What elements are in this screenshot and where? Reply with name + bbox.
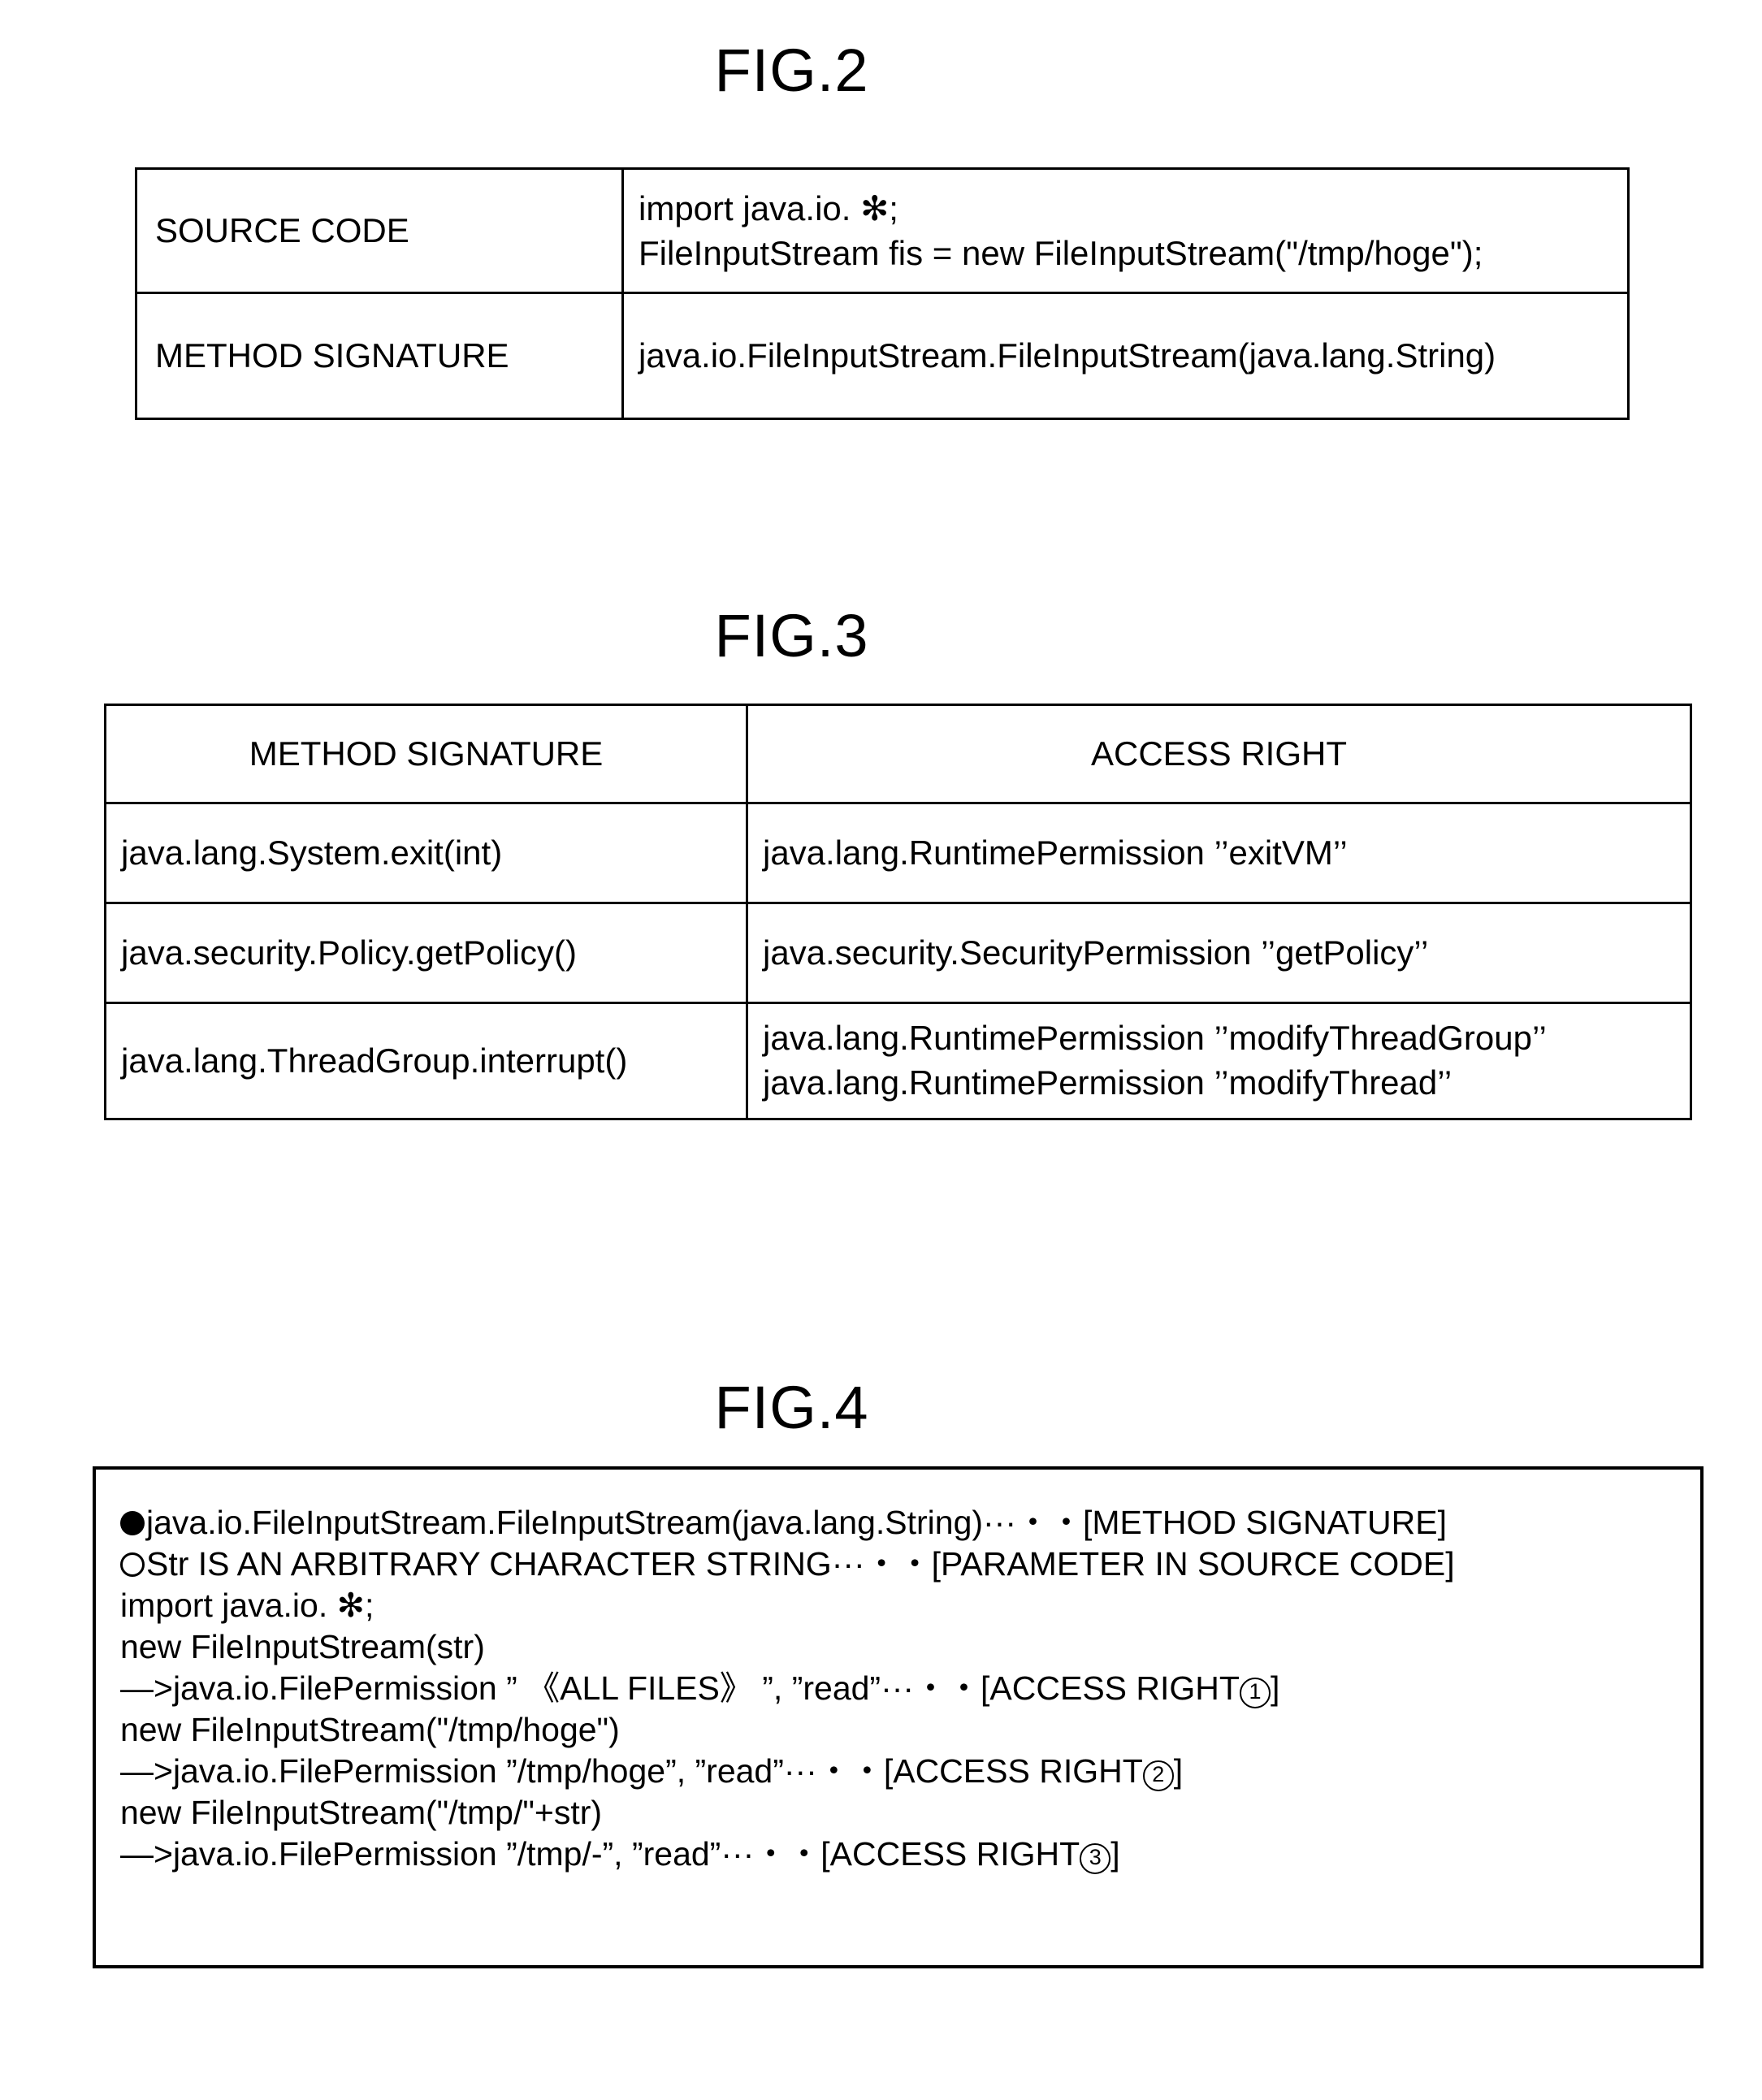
access-right-line: java.security.SecurityPermission ’’getPo… [763, 933, 1429, 972]
source-code-line: import java.io. ✻; [639, 188, 898, 227]
cell-method-signature: java.lang.System.exit(int) [104, 802, 748, 904]
fig4-line: new FileInputStream("/tmp/"+str) [120, 1792, 1684, 1834]
table-header-row: METHOD SIGNATURE ACCESS RIGHT [104, 704, 1692, 804]
table-row: java.lang.ThreadGroup.interrupt() java.l… [104, 1002, 1692, 1120]
cell-method-signature: java.lang.ThreadGroup.interrupt() [104, 1002, 748, 1120]
fig4-line: java.io.FileInputStream.FileInputStream(… [120, 1502, 1684, 1544]
fig4-line: import java.io. ✻; [120, 1585, 1684, 1626]
source-code-line: FileInputStream fis = new FileInputStrea… [639, 234, 1483, 272]
table-row: java.lang.System.exit(int) java.lang.Run… [104, 802, 1692, 904]
access-right-line: java.lang.RuntimePermission ’’modifyThre… [763, 1063, 1452, 1102]
fig4-line: —>java.io.FilePermission ”/tmp/hoge”, ”r… [120, 1751, 1684, 1792]
fig2-row-label-source-code: SOURCE CODE [135, 167, 624, 294]
table-row: SOURCE CODE import java.io. ✻; FileInput… [135, 167, 1630, 294]
circled-number-2: 2 [1142, 1760, 1174, 1792]
fig4-line: new FileInputStream(str) [120, 1626, 1684, 1668]
cell-method-signature: java.security.Policy.getPolicy() [104, 902, 748, 1004]
figure-4-title: FIG.4 [714, 1374, 869, 1441]
column-header-access-right: ACCESS RIGHT [746, 704, 1692, 804]
figure-3-title: FIG.3 [714, 602, 869, 669]
fig4-line: new FileInputStream("/tmp/hoge") [120, 1709, 1684, 1751]
circled-number-3: 3 [1080, 1843, 1111, 1875]
cell-access-right: java.lang.RuntimePermission ’’exitVM’’ [746, 802, 1692, 904]
figure-2-title: FIG.2 [714, 37, 869, 104]
table-row: java.security.Policy.getPolicy() java.se… [104, 902, 1692, 1004]
method-signature-line: java.io.FileInputStream.FileInputStream(… [639, 336, 1496, 375]
fig4-line-text: java.io.FileInputStream.FileInputStream(… [146, 1504, 1447, 1541]
cell-access-right: java.lang.RuntimePermission ’’modifyThre… [746, 1002, 1692, 1120]
fig4-line-text: —>java.io.FilePermission ” 《ALL FILES》 ”… [120, 1669, 1240, 1708]
cell-access-right: java.security.SecurityPermission ’’getPo… [746, 902, 1692, 1004]
fig4-line-text: Str IS AN ARBITRARY CHARACTER STRING···・… [146, 1545, 1455, 1583]
fig4-line-text: new FileInputStream(str) [120, 1628, 485, 1666]
fig2-row-label-method-signature: METHOD SIGNATURE [135, 292, 624, 420]
fig4-line-text: import java.io. ✻; [120, 1587, 374, 1625]
fig4-line-text: new FileInputStream("/tmp/hoge") [120, 1711, 620, 1749]
fig4-line-tail: ] [1173, 1752, 1184, 1790]
fig4-line-text: new FileInputStream("/tmp/"+str) [120, 1794, 603, 1832]
column-header-method-signature: METHOD SIGNATURE [104, 704, 748, 804]
circled-number-1: 1 [1239, 1678, 1271, 1709]
filled-circle-icon [120, 1511, 145, 1535]
fig4-line: Str IS AN ARBITRARY CHARACTER STRING···・… [120, 1544, 1684, 1585]
fig4-line-text: —>java.io.FilePermission ”/tmp/-”, ”read… [120, 1835, 1080, 1873]
hollow-circle-icon [120, 1552, 145, 1578]
fig2-method-signature-cell: java.io.FileInputStream.FileInputStream(… [621, 292, 1630, 420]
fig4-line: —>java.io.FilePermission ” 《ALL FILES》 ”… [120, 1668, 1684, 1709]
figure-3-table: METHOD SIGNATURE ACCESS RIGHT java.lang.… [104, 704, 1692, 1120]
fig4-line-tail: ] [1110, 1835, 1120, 1873]
fig4-line: —>java.io.FilePermission ”/tmp/-”, ”read… [120, 1834, 1684, 1875]
figure-4-box: java.io.FileInputStream.FileInputStream(… [93, 1466, 1704, 1968]
access-right-line: java.lang.RuntimePermission ’’exitVM’’ [763, 833, 1348, 872]
access-right-line: java.lang.RuntimePermission ’’modifyThre… [763, 1019, 1547, 1058]
figure-2-table: SOURCE CODE import java.io. ✻; FileInput… [135, 167, 1630, 420]
fig2-source-code-cell: import java.io. ✻; FileInputStream fis =… [621, 167, 1630, 294]
fig4-line-text: —>java.io.FilePermission ”/tmp/hoge”, ”r… [120, 1752, 1143, 1790]
fig4-line-tail: ] [1270, 1669, 1280, 1708]
table-row: METHOD SIGNATURE java.io.FileInputStream… [135, 292, 1630, 420]
